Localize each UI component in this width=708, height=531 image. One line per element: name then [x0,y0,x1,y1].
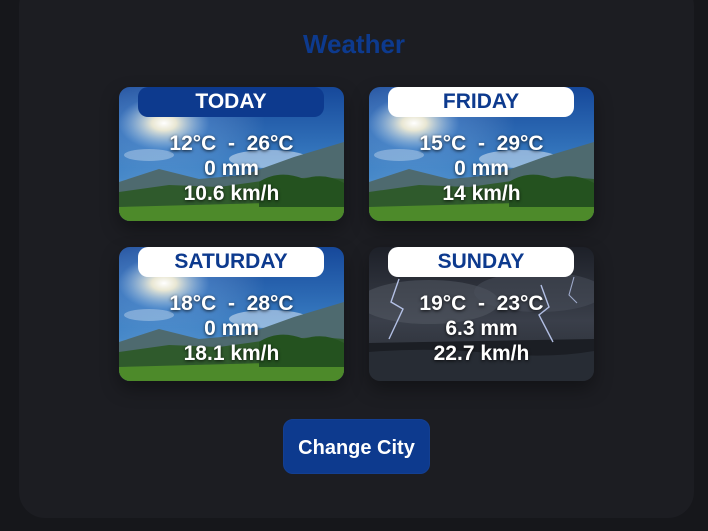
day-label: SUNDAY [388,247,574,277]
forecast-card-friday: FRIDAY 15°C - 29°C 0 mm 14 km/h [369,87,594,221]
wind-speed: 14 km/h [442,182,521,205]
day-label: TODAY [138,87,324,117]
wind-speed: 22.7 km/h [433,342,530,365]
temperature-range: 15°C - 29°C [419,132,544,155]
precipitation: 0 mm [204,157,259,180]
forecast-card-saturday: SATURDAY 18°C - 28°C 0 mm 18.1 km/h [119,247,344,381]
precipitation: 0 mm [204,317,259,340]
day-label: SATURDAY [138,247,324,277]
wind-speed: 18.1 km/h [183,342,280,365]
day-label: FRIDAY [388,87,574,117]
precipitation: 0 mm [454,157,509,180]
forecast-card-sunday: SUNDAY 19°C - 23°C 6.3 mm 22.7 km/h [369,247,594,381]
wind-speed: 10.6 km/h [183,182,280,205]
precipitation: 6.3 mm [445,317,518,340]
temperature-range: 12°C - 26°C [169,132,294,155]
temperature-range: 19°C - 23°C [419,292,544,315]
temperature-range: 18°C - 28°C [169,292,294,315]
forecast-card-today: TODAY 12°C - 26°C 0 mm 10.6 km/h [119,87,344,221]
change-city-button[interactable]: Change City [283,419,430,474]
page-title: Weather [302,29,406,59]
